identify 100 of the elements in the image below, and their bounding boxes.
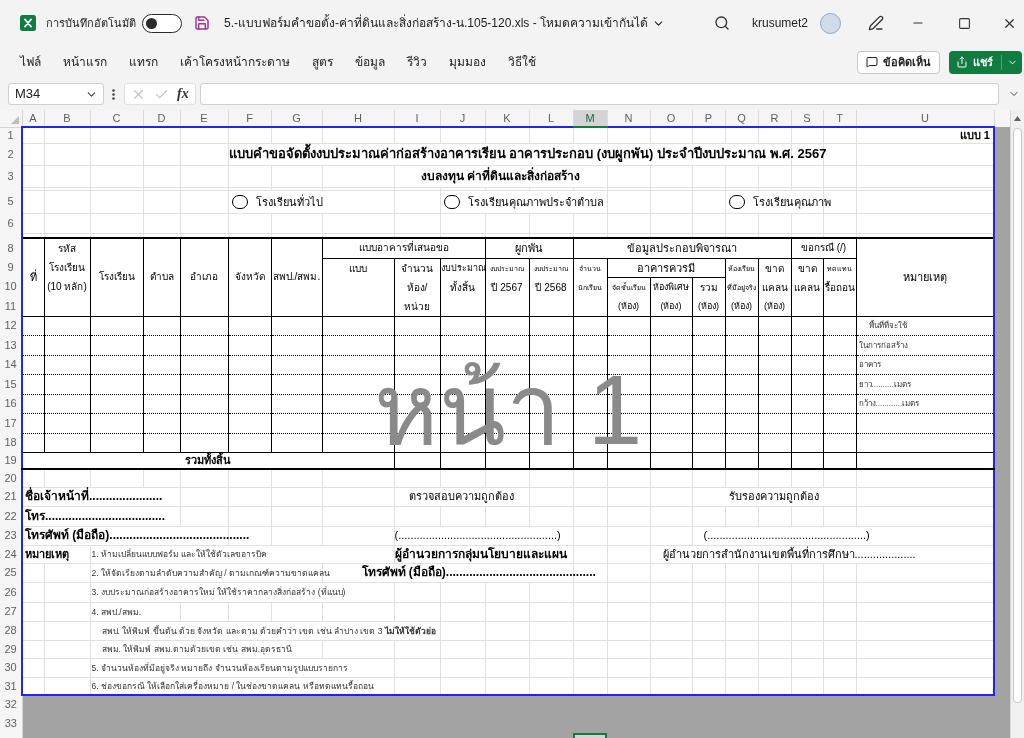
row-header[interactable]: 5: [0, 190, 22, 213]
position-title: ผู้อำนวยการกลุ่มนโยบายและแผน: [394, 546, 567, 561]
signature-line: (....................................................): [394, 529, 561, 541]
app-icon: [20, 15, 36, 31]
row-header[interactable]: 13: [0, 335, 22, 355]
column-heading: สพป./สพม.: [271, 238, 322, 316]
option-label: โรงเรียนทั่วไป: [255, 195, 323, 208]
column-heading: โรงเรียน: [90, 238, 143, 316]
position-title: ผู้อำนวยการสำนักงานเขตพื้นที่การศึกษา....................: [661, 547, 916, 560]
row-header[interactable]: 10: [0, 277, 22, 297]
scrollbar-thumb[interactable]: [1013, 128, 1022, 703]
note-item: สพป. ให้พิมพ์ ขึ้นต้น ด้วย จังหวัด และตาม ด้วยคำว่า เขต เช่น ลำปาง เขต 3 ไม่ให้ใช้ตัวย่อ: [100, 625, 436, 636]
remarks-note: ในการก่อสร้าง: [857, 340, 908, 350]
scroll-up-icon[interactable]: [1014, 116, 1021, 121]
column-heading: จำนวน ห้อง/ หน่วย: [394, 258, 440, 316]
column-header[interactable]: M: [573, 110, 607, 127]
row-header[interactable]: 20: [0, 469, 22, 487]
comments-button[interactable]: ข้อคิดเห็น: [857, 50, 940, 74]
autosave-toggle[interactable]: [142, 13, 182, 33]
note-item: 5. จำนวนห้องที่มีอยู่จริง หมายถึง จำนวนห้องเรียนตามรูปแบบรายการ: [90, 662, 348, 673]
row-header[interactable]: 8: [0, 238, 22, 258]
row-header[interactable]: 9: [0, 258, 22, 277]
row-header[interactable]: 16: [0, 394, 22, 413]
selected-cell-outline: [573, 733, 607, 738]
row-header[interactable]: 19: [0, 452, 22, 469]
column-heading: รหัส โรงเรียน (10 หลัก): [44, 238, 90, 316]
row-header[interactable]: 33: [0, 714, 22, 733]
insert-function-button[interactable]: fx: [177, 87, 189, 101]
row-header[interactable]: 17: [0, 413, 22, 433]
column-group-heading: ผูกพัน: [485, 238, 573, 258]
column-group-heading: แบบอาคารที่เสนอขอ: [322, 238, 485, 258]
maximize-icon[interactable]: [958, 16, 971, 30]
row-header[interactable]: 22: [0, 506, 22, 526]
row-header[interactable]: 25: [0, 563, 22, 582]
row-header[interactable]: 26: [0, 582, 22, 602]
note-item: 4. สพป./สพม.: [90, 606, 142, 617]
search-icon[interactable]: [713, 15, 730, 31]
document-title-button[interactable]: 5.-แบบฟอร์มคำขอตั้ง-ค่าที่ดินและสิ่งก่อสร้าง-น.105-120.xls - โหมดความเข้ากันได้: [224, 14, 666, 32]
vertical-scrollbar[interactable]: [1010, 110, 1024, 738]
formula-input[interactable]: [199, 83, 999, 105]
verification-heading: ตรวจสอบความถูกต้อง: [409, 490, 514, 502]
user-name[interactable]: krusumet2: [751, 14, 808, 32]
row-header[interactable]: 15: [0, 374, 22, 394]
name-box[interactable]: M34: [8, 83, 104, 105]
row-header[interactable]: 21: [0, 487, 22, 506]
option-label: โรงเรียนคุณภาพ: [752, 195, 831, 208]
comment-icon: [866, 56, 878, 68]
row-header[interactable]: 18: [0, 433, 22, 452]
note-item: 3. งบประมาณก่อสร้างอาคารใหม่ ให้ใช้ราคากลางสิ่งก่อสร้าง (ที่แนบ): [90, 587, 346, 597]
ribbon-tab[interactable]: เค้าโครงหน้ากระดาษ: [169, 49, 301, 75]
save-icon[interactable]: [194, 15, 210, 31]
column-heading: ห้องพิเศษ (ห้อง): [650, 277, 692, 316]
ribbon-tab[interactable]: หน้าแรก: [52, 49, 118, 75]
more-options-icon[interactable]: [112, 88, 115, 100]
remarks-note: พื้นที่ที่จะใช้: [867, 321, 907, 330]
column-heading: ที่: [22, 238, 44, 316]
officer-phone-line: โทร....................................: [24, 508, 166, 523]
remarks-note: อาคาร: [857, 360, 881, 369]
ribbon-tab[interactable]: ข้อมูล: [344, 49, 396, 75]
ribbon-tab[interactable]: แทรก: [118, 49, 169, 75]
ribbon-tab[interactable]: รีวิว: [396, 49, 438, 75]
row-header[interactable]: 24: [0, 545, 22, 563]
row-header[interactable]: 32: [0, 695, 22, 714]
row-header[interactable]: 23: [0, 526, 22, 545]
row-header[interactable]: 30: [0, 658, 22, 677]
remarks-note: ยาว..........เมตร: [857, 379, 911, 389]
ribbon-tab[interactable]: สูตร: [301, 49, 344, 75]
row-header[interactable]: 27: [0, 602, 22, 621]
certification-heading: รับรองความถูกต้อง: [729, 490, 819, 502]
option-label: โรงเรียนคุณภาพประจำตำบล: [467, 195, 604, 208]
row-header[interactable]: 2: [0, 143, 22, 165]
row-header[interactable]: 14: [0, 355, 22, 374]
share-icon: [956, 56, 968, 68]
row-header[interactable]: 29: [0, 640, 22, 658]
row-header[interactable]: 28: [0, 621, 22, 640]
column-group-heading: ข้อมูลประกอบพิจารณา: [573, 238, 791, 258]
form-title: แบบคำขอจัดตั้งงบประมาณค่าก่อสร้างอาคารเรียน อาคารประกอบ (งบผูกพัน) ประจำปีงบประมาณ พ.ศ. 2567: [228, 145, 827, 161]
note-item: 1. ห้ามเปลี่ยนแบบฟอร์ม และให้ใช้ตัวเลขอารบิค: [90, 549, 268, 559]
pen-icon[interactable]: [868, 15, 884, 31]
column-group-heading: ขอกรณี (/): [791, 238, 856, 258]
ribbon-tab[interactable]: ไฟล์: [9, 49, 52, 75]
row-header[interactable]: 11: [0, 296, 22, 316]
share-button[interactable]: แชร์: [949, 50, 1022, 74]
ribbon-tab[interactable]: วิธีใช้: [497, 49, 547, 75]
ribbon-tab[interactable]: มุมมอง: [438, 49, 497, 75]
signature-line: (....................................................): [702, 529, 870, 541]
column-heading: ขาด แคลน (ห้อง): [758, 258, 791, 316]
column-heading: ขาด แคลน: [791, 258, 823, 316]
column-heading: จังหวัด: [228, 238, 271, 316]
row-header[interactable]: 12: [0, 316, 22, 335]
form-subtitle: งบลงทุน ค่าที่ดินและสิ่งก่อสร้าง: [420, 168, 581, 183]
row-header[interactable]: 3: [0, 165, 22, 187]
autosave-label: การบันทึกอัตโนมัติ: [46, 15, 136, 31]
total-label: รวมทั้งสิ้น: [185, 453, 232, 466]
row-header[interactable]: 6: [0, 213, 22, 233]
remarks-note: กว้าง............เมตร: [857, 399, 920, 408]
column-heading: ตำบล: [143, 238, 180, 316]
row-header[interactable]: 31: [0, 677, 22, 695]
form-number: แบบ 1: [959, 128, 990, 141]
note-item: 6. ช่องขอกรณี ให้เลือกใส่เครื่องหมาย / ในช่องขาดแคลน หรือทดแทนรื้อถอน: [90, 680, 374, 691]
